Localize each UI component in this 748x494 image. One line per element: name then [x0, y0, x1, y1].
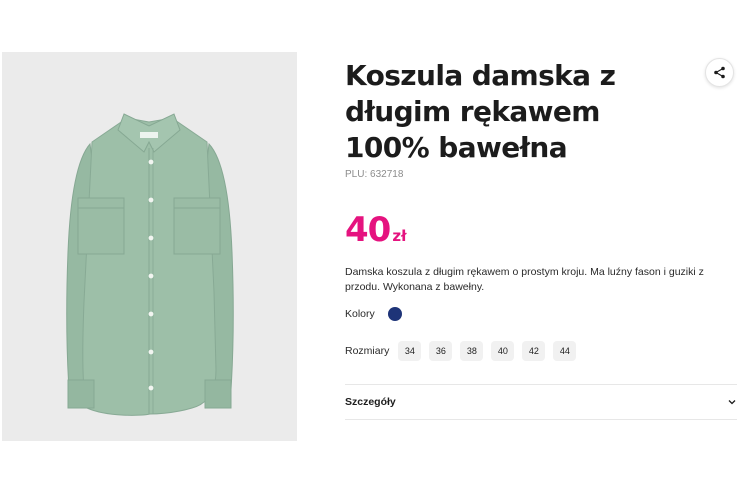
size-option[interactable]: 40: [491, 341, 515, 361]
color-swatch-navy[interactable]: [387, 307, 402, 321]
price-currency: zł: [392, 227, 407, 245]
size-option[interactable]: 38: [460, 341, 484, 361]
size-option[interactable]: 34: [398, 341, 422, 361]
size-option[interactable]: 42: [522, 341, 546, 361]
product-price: 40 zł: [345, 210, 407, 250]
product-title: Koszula damska z długim rękawem 100% baw…: [345, 59, 616, 164]
size-option[interactable]: 36: [429, 341, 453, 361]
sizes-row: Rozmiary 34 36 38 40 42 44: [345, 341, 584, 361]
share-button[interactable]: [705, 58, 734, 87]
details-label: Szczegóły: [345, 396, 396, 408]
product-image[interactable]: [2, 52, 297, 441]
colors-label: Kolory: [345, 308, 375, 320]
size-options: 34 36 38 40 42 44: [398, 341, 584, 361]
price-amount: 40: [345, 210, 391, 250]
size-option[interactable]: 44: [553, 341, 577, 361]
product-plu: PLU: 632718: [345, 169, 404, 180]
sizes-label: Rozmiary: [345, 345, 390, 357]
details-accordion[interactable]: Szczegóły: [345, 386, 737, 418]
chevron-down-icon: [728, 400, 736, 405]
share-icon: [714, 66, 725, 79]
divider: [345, 419, 737, 420]
divider: [345, 384, 737, 385]
shirt-illustration: [66, 113, 234, 416]
colors-row: Kolory: [345, 307, 402, 321]
product-description: Damska koszula z długim rękawem o prosty…: [345, 266, 704, 293]
